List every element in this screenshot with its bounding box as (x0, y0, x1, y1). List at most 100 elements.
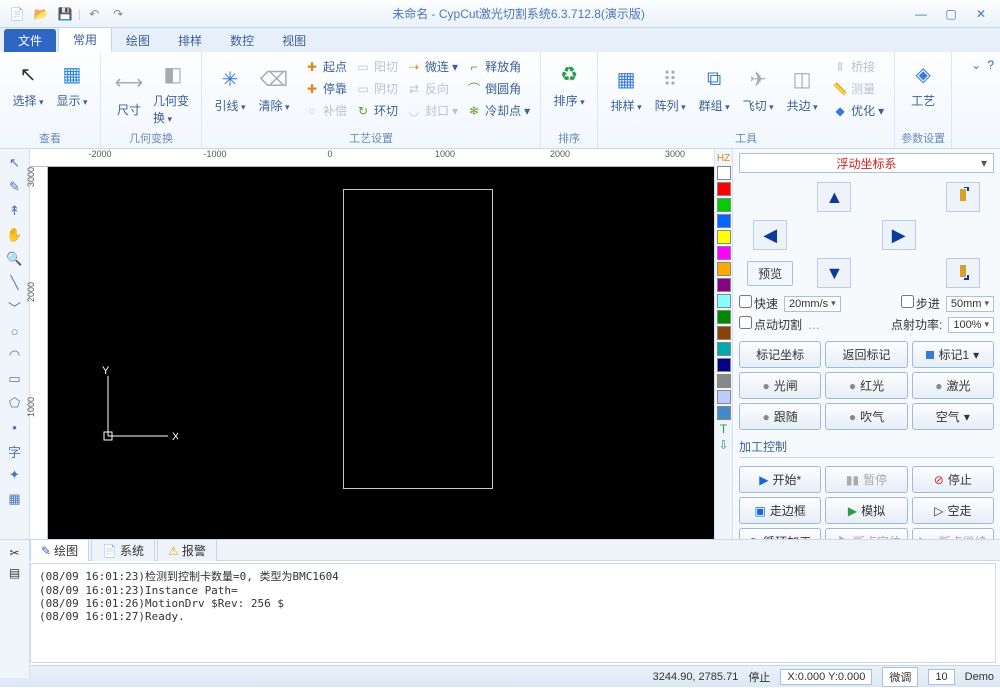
gas-button[interactable]: 空气 ▾ (912, 403, 994, 430)
bp-locate-button[interactable]: ⎯▶断点定位 (825, 528, 907, 539)
jog-right-button[interactable]: ▶ (882, 220, 916, 250)
mark1-button[interactable]: 标记1 ▾ (912, 341, 994, 368)
fast-speed-combo[interactable]: 20mm/s (784, 296, 841, 312)
bridge-button[interactable]: Ⅱ桥接 (828, 56, 888, 77)
preview-button[interactable]: 预览 (747, 261, 793, 286)
color-swatch[interactable] (717, 342, 731, 356)
groupb-button[interactable]: ⧉群组 (692, 56, 736, 121)
polyline-tool-icon[interactable]: ﹀ (4, 297, 26, 317)
color-swatch[interactable] (717, 182, 731, 196)
measure-button[interactable]: 📏测量 (828, 78, 888, 99)
line-tool-icon[interactable]: ╲ (4, 273, 26, 293)
follow-button[interactable]: ●跟随 (739, 403, 821, 430)
share-button[interactable]: ◫共边 (780, 56, 824, 121)
star-tool-icon[interactable]: ✦ (4, 465, 26, 485)
tab-draw[interactable]: 绘图 (112, 29, 164, 52)
save-icon[interactable]: 💾 (54, 4, 76, 24)
slot-button[interactable]: ▭阳切 (351, 56, 402, 77)
color-swatch[interactable] (717, 246, 731, 260)
tab-cnc[interactable]: 数控 (216, 29, 268, 52)
micro-value[interactable]: 10 (928, 669, 954, 685)
rect-tool-icon[interactable]: ▭ (4, 369, 26, 389)
color-swatch[interactable] (717, 262, 731, 276)
frame-button[interactable]: ▣走边框 (739, 497, 821, 524)
color-swatch[interactable] (717, 166, 731, 180)
open-icon[interactable]: 📂 (30, 4, 52, 24)
maximize-button[interactable]: ▢ (938, 5, 964, 23)
start-button[interactable]: ▶开始* (739, 466, 821, 493)
pause-button[interactable]: ✚停靠 (300, 78, 351, 99)
jog-up-button[interactable]: ▲ (817, 182, 851, 212)
new-icon[interactable]: 📄 (6, 4, 28, 24)
btab-system[interactable]: 📄系统 (91, 539, 155, 561)
color-swatch[interactable] (717, 358, 731, 372)
color-swatch[interactable] (717, 326, 731, 340)
undo-icon[interactable]: ↶ (83, 4, 105, 24)
loop-button[interactable]: ⟳循环加工 (739, 528, 821, 539)
fast-checkbox[interactable]: 快速 (739, 295, 778, 312)
ring-button[interactable]: ↻环切 (351, 100, 402, 121)
redo-icon[interactable]: ↷ (107, 4, 129, 24)
tab-file[interactable]: 文件 (4, 29, 56, 52)
btab-draw[interactable]: ✎绘图 (30, 539, 89, 561)
jog-down-button[interactable]: ▼ (817, 258, 851, 288)
back-mark-button[interactable]: 返回标记 (825, 341, 907, 368)
z-down-button[interactable] (946, 258, 980, 288)
color-swatch[interactable] (717, 374, 731, 388)
zoom-tool-icon[interactable]: 🔍 (4, 249, 26, 269)
step-checkbox[interactable]: 步进 (901, 295, 940, 312)
chamfer-button[interactable]: ⌒倒圆角 (462, 78, 534, 99)
rev-button[interactable]: ⇄反向 (402, 78, 462, 99)
startpt-button[interactable]: ✚起点 (300, 56, 351, 77)
tool-b-icon[interactable]: ▤ (9, 566, 20, 580)
layer-h-icon[interactable]: HZ (717, 153, 730, 164)
tool-a-icon[interactable]: ✂ (9, 546, 19, 560)
tab-arrange[interactable]: 排样 (164, 29, 216, 52)
laser-button[interactable]: ●激光 (912, 372, 994, 399)
node-tool-icon[interactable]: ↟ (4, 201, 26, 221)
tab-common[interactable]: 常用 (58, 27, 112, 52)
seal-button[interactable]: ◡封口 ▾ (402, 100, 462, 121)
size-button[interactable]: ⟷尺寸 (107, 56, 151, 128)
blow-button[interactable]: ●吹气 (825, 403, 907, 430)
select-button[interactable]: ↖选择 (6, 56, 50, 111)
geom-button[interactable]: ◧几何变换 (151, 56, 195, 128)
arrow-tool-icon[interactable]: ↖ (4, 153, 26, 173)
btab-alarm[interactable]: ⚠报警 (157, 539, 217, 561)
array-button[interactable]: ⠿阵列 (648, 56, 692, 121)
color-swatch[interactable] (717, 278, 731, 292)
pause-proc-button[interactable]: ▮▮暂停 (825, 466, 907, 493)
z-up-button[interactable] (946, 182, 980, 212)
nest-button[interactable]: ▦排样 (604, 56, 648, 121)
sort-button[interactable]: ♻排序 (547, 56, 591, 111)
color-swatch[interactable] (717, 230, 731, 244)
stop-button[interactable]: ⊘停止 (912, 466, 994, 493)
arc-tool-icon[interactable]: ◠ (4, 345, 26, 365)
color-swatch[interactable] (717, 310, 731, 324)
optimize-button[interactable]: ◆优化 ▾ (828, 100, 888, 121)
craft-button[interactable]: ◈工艺 (901, 56, 945, 111)
sim-button[interactable]: ▶模拟 (825, 497, 907, 524)
mark-coord-button[interactable]: 标记坐标 (739, 341, 821, 368)
point-tool-icon[interactable]: • (4, 417, 26, 437)
log-panel[interactable]: (08/09 16:01:23)检测到控制卡数量=0, 类型为BMC1604 (… (30, 563, 996, 663)
power-combo[interactable]: 100% (948, 317, 994, 333)
release-button[interactable]: ⌐释放角 (462, 56, 534, 77)
canvas[interactable]: YX (48, 167, 714, 539)
jog-cut-checkbox[interactable]: 点动切割 (739, 316, 802, 333)
tab-view[interactable]: 视图 (268, 29, 320, 52)
display-button[interactable]: ▦显示 (50, 56, 94, 111)
color-swatch[interactable] (717, 198, 731, 212)
text-tool-icon[interactable]: 字 (4, 441, 26, 461)
dry-button[interactable]: ▷空走 (912, 497, 994, 524)
cool-button[interactable]: ❄冷却点 ▾ (462, 100, 534, 121)
color-swatch[interactable] (717, 214, 731, 228)
color-swatch[interactable] (717, 390, 731, 404)
minimize-button[interactable]: — (908, 5, 934, 23)
redlight-button[interactable]: ●红光 (825, 372, 907, 399)
layer-t-icon[interactable]: T (720, 422, 727, 436)
close-button[interactable]: ✕ (968, 5, 994, 23)
collapse-ribbon-icon[interactable]: ⌄ (971, 58, 981, 72)
step-combo[interactable]: 50mm (946, 296, 994, 312)
polygon-tool-icon[interactable]: ⬠ (4, 393, 26, 413)
